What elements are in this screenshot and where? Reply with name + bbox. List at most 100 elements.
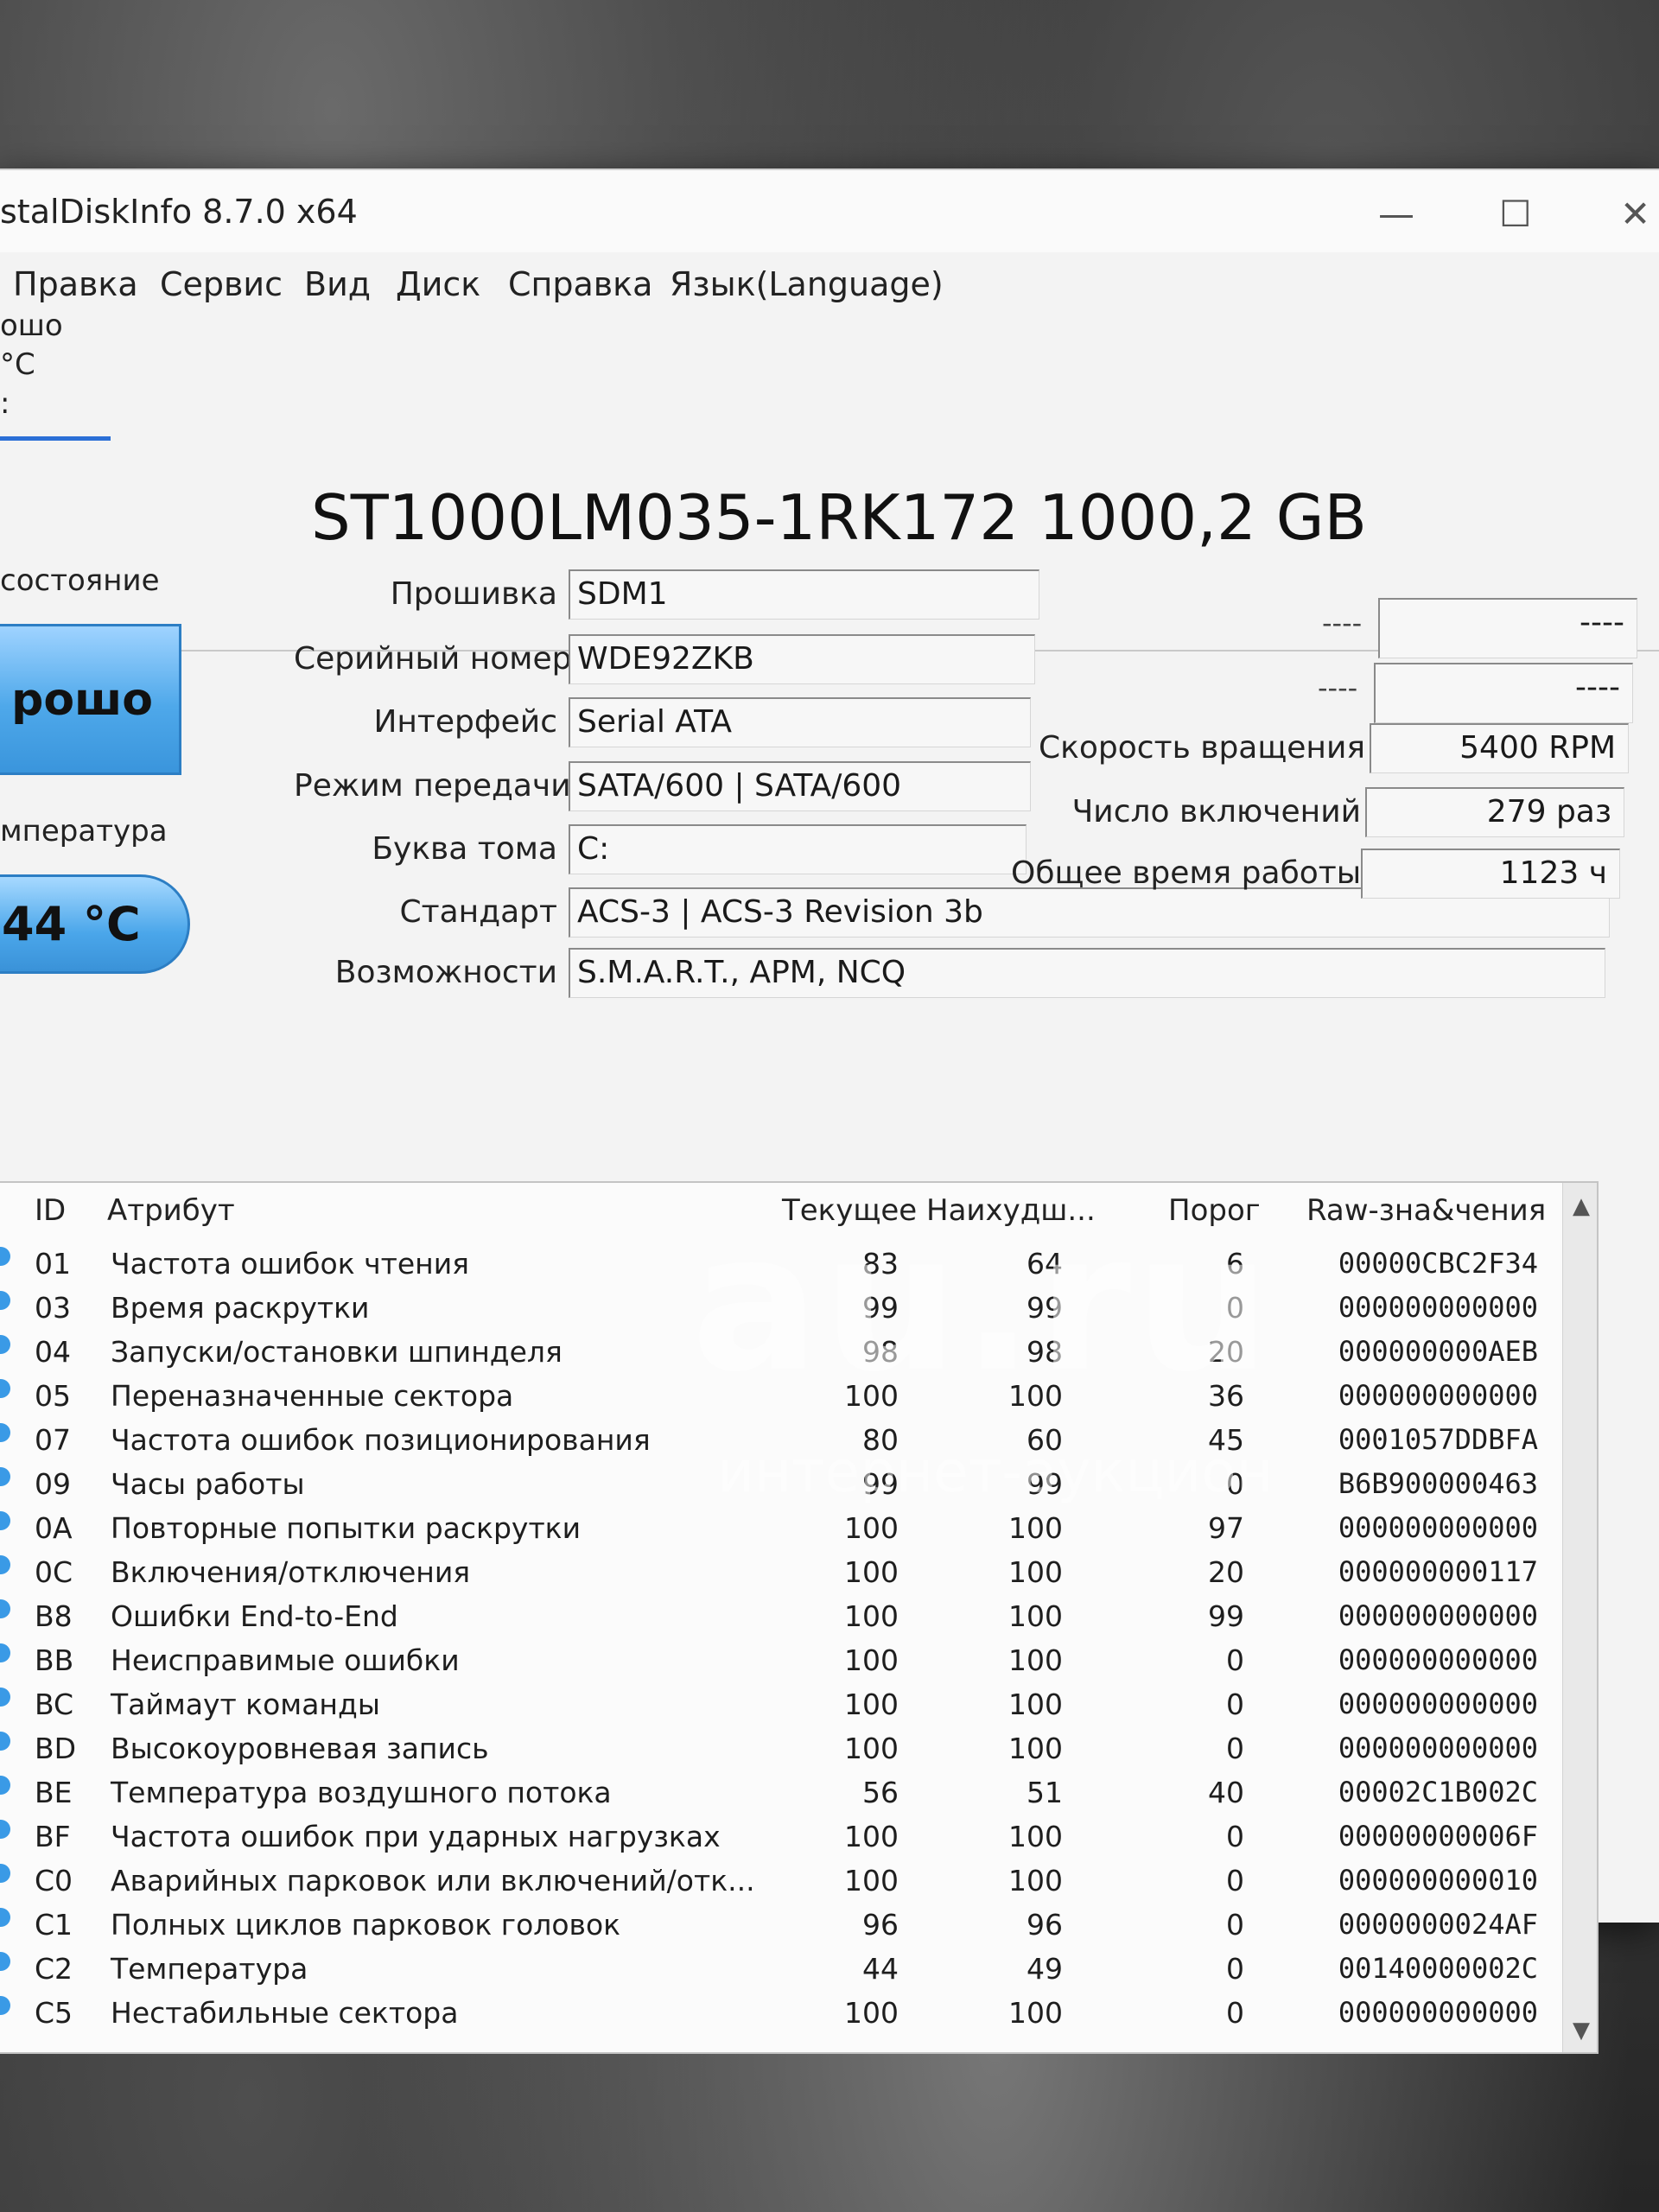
cell-threshold: 0: [1226, 1952, 1244, 1986]
cell-id: 05: [35, 1379, 71, 1413]
table-row[interactable]: B8 Ошибки End-to-End 100 100 99 000000000000: [0, 1596, 1597, 1639]
table-row[interactable]: 04 Запуски/остановки шпинделя 98 98 20 000000…: [0, 1332, 1597, 1375]
table-scrollbar[interactable]: ▲ ▼: [1562, 1183, 1597, 2052]
cell-current: 44: [862, 1952, 899, 1986]
cell-threshold: 0: [1226, 1732, 1244, 1765]
cell-threshold: 0: [1226, 1688, 1244, 1721]
title-bar: stalDiskInfo 8.7.0 x64 — ☐ ✕: [0, 170, 1659, 252]
table-row[interactable]: BB Неисправимые ошибки 100 100 0 000000000000: [0, 1640, 1597, 1683]
cell-worst: 51: [1027, 1776, 1063, 1809]
table-row[interactable]: C0 Аварийных парковок или включений/отк..…: [0, 1860, 1597, 1904]
cell-threshold: 97: [1208, 1511, 1244, 1545]
col-header-worst[interactable]: Наихудш...: [926, 1193, 1096, 1228]
scroll-up-icon[interactable]: ▲: [1573, 1193, 1590, 1219]
disk-tab-temp: °C: [0, 347, 35, 382]
close-button[interactable]: ✕: [1620, 196, 1650, 232]
cell-attribute: Температура воздушного потока: [111, 1776, 612, 1809]
maximize-button[interactable]: ☐: [1499, 196, 1532, 232]
cell-worst: 49: [1027, 1952, 1063, 1986]
menu-bar: Правка Сервис Вид Диск Справка Язык(Lang…: [0, 257, 1659, 317]
firmware-field: SDM1: [569, 569, 1039, 620]
cell-threshold: 0: [1226, 1908, 1244, 1942]
col-header-id[interactable]: ID: [35, 1193, 66, 1228]
cell-id: BE: [35, 1776, 73, 1809]
cell-threshold: 0: [1226, 1467, 1244, 1501]
table-row[interactable]: 07 Частота ошибок позиционирования 80 60 45 0…: [0, 1420, 1597, 1463]
table-row[interactable]: 0A Повторные попытки раскрутки 100 100 97 000…: [0, 1508, 1597, 1551]
cell-raw: 00140000002C: [1338, 1952, 1538, 1985]
col-header-attribute[interactable]: Атрибут: [107, 1193, 235, 1228]
cell-current: 96: [862, 1908, 899, 1942]
menu-edit[interactable]: Правка: [13, 265, 138, 303]
col-header-threshold[interactable]: Порог: [1168, 1193, 1261, 1228]
features-field: S.M.A.R.T., APM, NCQ: [569, 948, 1605, 998]
menu-language[interactable]: Язык(Language): [670, 265, 944, 303]
status-dot-icon: [0, 1511, 10, 1530]
cell-raw: 000000000000: [1338, 1291, 1538, 1324]
cell-current: 99: [862, 1291, 899, 1325]
cell-current: 98: [862, 1335, 899, 1369]
cell-worst: 100: [1008, 1996, 1063, 2030]
cell-worst: 100: [1008, 1643, 1063, 1677]
cell-id: 0A: [35, 1511, 73, 1545]
status-dot-icon: [0, 1952, 10, 1971]
smart-attributes-table[interactable]: ID Атрибут Текущее Наихудш... Порог Raw-…: [0, 1181, 1599, 2054]
cell-raw: 000000000000: [1338, 1599, 1538, 1632]
cell-threshold: 36: [1208, 1379, 1244, 1413]
menu-help[interactable]: Справка: [508, 265, 652, 303]
cell-attribute: Время раскрутки: [111, 1291, 370, 1325]
status-dot-icon: [0, 1335, 10, 1354]
power-count-label: Число включений: [1071, 794, 1361, 830]
cell-current: 80: [862, 1423, 899, 1457]
standard-label: Стандарт: [399, 894, 557, 930]
cell-attribute: Частота ошибок позиционирования: [111, 1423, 651, 1457]
cell-current: 100: [844, 1643, 899, 1677]
table-row[interactable]: 01 Частота ошибок чтения 83 64 6 00000CBC2F34: [0, 1243, 1597, 1287]
cell-current: 100: [844, 1555, 899, 1589]
col-header-raw[interactable]: Raw-зна&чения: [1306, 1193, 1546, 1228]
cell-threshold: 20: [1208, 1555, 1244, 1589]
cell-attribute: Ошибки End-to-End: [111, 1599, 398, 1633]
temperature-button[interactable]: 44 °C: [0, 874, 190, 974]
menu-view[interactable]: Вид: [304, 265, 371, 303]
table-row[interactable]: BE Температура воздушного потока 56 51 40 000…: [0, 1772, 1597, 1815]
table-row[interactable]: 09 Часы работы 99 99 0 B6B900000463: [0, 1464, 1597, 1507]
table-row[interactable]: 05 Переназначенные сектора 100 100 36 0000000…: [0, 1376, 1597, 1419]
cell-id: BC: [35, 1688, 74, 1721]
cell-id: C0: [35, 1864, 73, 1897]
status-dot-icon: [0, 1555, 10, 1574]
table-row[interactable]: C5 Нестабильные сектора 100 100 0 00000000000…: [0, 1993, 1597, 2036]
table-row[interactable]: 03 Время раскрутки 99 99 0 000000000000: [0, 1287, 1597, 1331]
status-dot-icon: [0, 1688, 10, 1707]
status-dot-icon: [0, 1820, 10, 1839]
table-row[interactable]: C2 Температура 44 49 0 00140000002C: [0, 1948, 1597, 1992]
cell-current: 83: [862, 1247, 899, 1281]
table-row[interactable]: BF Частота ошибок при ударных нагрузках 10…: [0, 1816, 1597, 1859]
health-status-button[interactable]: рошо: [0, 624, 181, 775]
minimize-button[interactable]: —: [1378, 196, 1414, 232]
cell-current: 100: [844, 1996, 899, 2030]
menu-disk[interactable]: Диск: [396, 265, 480, 303]
cell-raw: 00002C1B002C: [1338, 1776, 1538, 1808]
cell-attribute: Запуски/остановки шпинделя: [111, 1335, 563, 1369]
cell-raw: 0000000024AF: [1338, 1908, 1538, 1941]
cell-id: BD: [35, 1732, 77, 1765]
table-row[interactable]: C1 Полных циклов парковок головок 96 96 0 000…: [0, 1904, 1597, 1948]
table-row[interactable]: 0C Включения/отключения 100 100 20 0000000001…: [0, 1552, 1597, 1595]
menu-service[interactable]: Сервис: [160, 265, 283, 303]
table-row[interactable]: BD Высокоуровневая запись 100 100 0 000000000…: [0, 1728, 1597, 1771]
status-dot-icon: [0, 1423, 10, 1442]
status-dot-icon: [0, 1599, 10, 1618]
status-dot-icon: [0, 1776, 10, 1795]
cell-current: 100: [844, 1511, 899, 1545]
cell-raw: 00000000006F: [1338, 1820, 1538, 1853]
cell-worst: 99: [1027, 1291, 1063, 1325]
status-dot-icon: [0, 1291, 10, 1310]
scroll-down-icon[interactable]: ▼: [1573, 2018, 1590, 2044]
col-header-current[interactable]: Текущее: [782, 1193, 917, 1228]
table-row[interactable]: BC Таймаут команды 100 100 0 000000000000: [0, 1684, 1597, 1727]
cell-threshold: 0: [1226, 1820, 1244, 1853]
cell-raw: 000000000010: [1338, 1864, 1538, 1897]
serial-label: Серийный номер: [294, 641, 572, 677]
cell-threshold: 40: [1208, 1776, 1244, 1809]
